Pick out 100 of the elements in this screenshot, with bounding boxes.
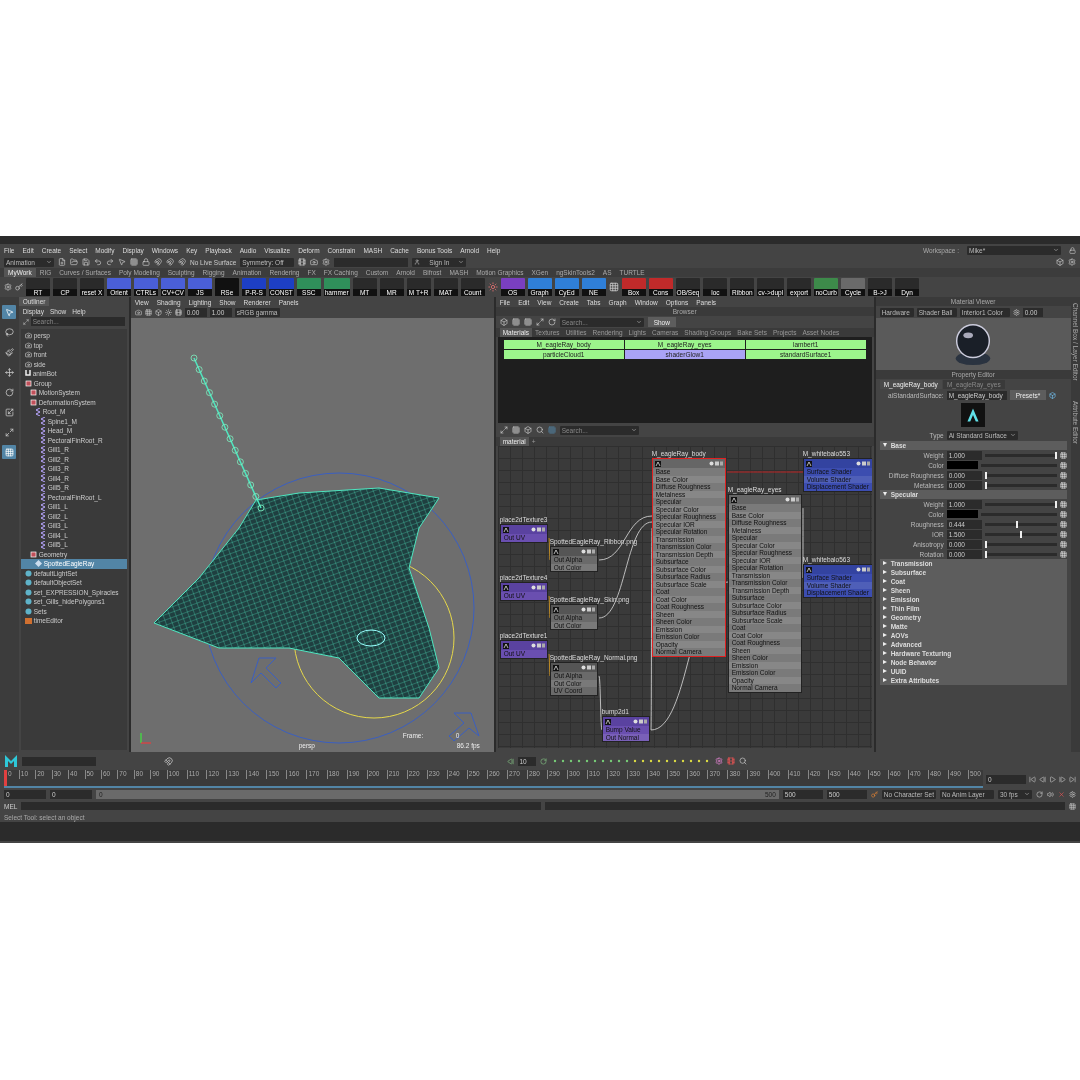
- step-back-icon[interactable]: [1039, 775, 1046, 783]
- axis-icon: [140, 732, 152, 744]
- node-buttons-icon[interactable]: [580, 607, 595, 612]
- slider-thumb[interactable]: [1054, 500, 1057, 508]
- checker-icon[interactable]: [1059, 550, 1067, 558]
- magnet-icon[interactable]: [164, 756, 173, 766]
- slider-thumb[interactable]: [984, 540, 987, 548]
- sphere-icon[interactable]: [499, 318, 508, 326]
- node-buttons-icon[interactable]: [855, 461, 870, 466]
- color-swatch[interactable]: [946, 461, 978, 469]
- caret-icon[interactable]: [635, 319, 642, 325]
- tool-icon[interactable]: [487, 282, 498, 292]
- cube-icon[interactable]: [154, 309, 162, 316]
- shader-node[interactable]: [727, 494, 802, 693]
- save-icon[interactable]: [82, 258, 90, 266]
- collapse-icon: [882, 443, 887, 448]
- checker-icon[interactable]: [1059, 481, 1067, 489]
- command-input[interactable]: [334, 257, 409, 267]
- key-icon[interactable]: [15, 283, 23, 291]
- cube-icon[interactable]: [1056, 258, 1064, 266]
- checker-icon[interactable]: [1059, 530, 1067, 538]
- user-icon[interactable]: [414, 259, 421, 265]
- node-buttons-icon[interactable]: [632, 719, 647, 724]
- caret-icon[interactable]: [1009, 432, 1016, 438]
- key-icon[interactable]: [870, 790, 878, 798]
- caret-icon[interactable]: [458, 259, 465, 265]
- settings-icon[interactable]: [322, 258, 331, 266]
- node-buttons-icon[interactable]: [530, 527, 545, 532]
- checker-icon[interactable]: [1059, 451, 1067, 459]
- node-type-icon: [502, 584, 509, 591]
- color-swatch[interactable]: [946, 510, 978, 518]
- caret-icon[interactable]: [1024, 791, 1030, 797]
- play-icon[interactable]: [1049, 775, 1056, 783]
- refresh-icon[interactable]: [547, 318, 556, 326]
- search-icon[interactable]: [738, 757, 747, 765]
- loop-icon[interactable]: [1036, 790, 1043, 798]
- slider-thumb[interactable]: [984, 471, 987, 479]
- select-icon[interactable]: [118, 258, 126, 266]
- frame-icon[interactable]: [499, 426, 508, 434]
- render-icon[interactable]: [298, 258, 307, 266]
- magnet-icon[interactable]: [166, 258, 174, 266]
- refresh-icon[interactable]: [539, 757, 547, 765]
- slider-thumb[interactable]: [1054, 451, 1057, 459]
- checker-icon[interactable]: [1059, 510, 1067, 518]
- node-icon[interactable]: [523, 426, 532, 434]
- settings-icon[interactable]: [1012, 308, 1020, 316]
- node-buttons-icon[interactable]: [855, 567, 870, 572]
- search-icon[interactable]: [535, 426, 544, 434]
- shader-node[interactable]: [651, 458, 726, 657]
- film-icon[interactable]: [174, 309, 182, 316]
- slider-thumb[interactable]: [984, 550, 987, 558]
- checker-icon[interactable]: [1059, 540, 1067, 548]
- checker-icon[interactable]: [1059, 520, 1067, 528]
- checker-icon[interactable]: [1059, 500, 1067, 508]
- folder-icon[interactable]: [70, 258, 78, 266]
- new-file-icon[interactable]: [58, 258, 66, 266]
- step-icon[interactable]: [506, 757, 514, 765]
- settings-icon[interactable]: [4, 283, 12, 291]
- lock-icon[interactable]: [142, 258, 150, 266]
- magnet-icon[interactable]: [178, 258, 186, 266]
- caret-icon[interactable]: [1053, 247, 1059, 253]
- frame-icon[interactable]: [535, 318, 544, 326]
- command-field[interactable]: [21, 802, 542, 810]
- caret-icon[interactable]: [630, 427, 637, 433]
- node-buttons-icon[interactable]: [580, 665, 595, 670]
- lock-icon[interactable]: [1069, 246, 1076, 254]
- magnet-icon[interactable]: [154, 258, 162, 266]
- node-buttons-icon[interactable]: [530, 643, 545, 648]
- tool-icon[interactable]: [726, 757, 735, 765]
- redo-icon[interactable]: [106, 258, 114, 266]
- expand-icon[interactable]: [22, 318, 29, 325]
- skip-forward-icon[interactable]: [1069, 775, 1076, 783]
- step-forward-icon[interactable]: [1059, 775, 1066, 783]
- camera-icon[interactable]: [134, 309, 142, 316]
- node-buttons-icon[interactable]: [580, 549, 595, 554]
- slider-thumb[interactable]: [984, 481, 987, 489]
- mesh-icon: [34, 560, 42, 568]
- node-graph-canvas[interactable]: [497, 446, 872, 748]
- node-buttons-icon[interactable]: [708, 461, 723, 466]
- camera-icon[interactable]: [310, 258, 319, 266]
- checker-icon[interactable]: [1059, 471, 1067, 479]
- eagle-ray-rig-drawing[interactable]: [153, 354, 480, 744]
- node-icon[interactable]: [1049, 391, 1057, 399]
- light-icon[interactable]: [164, 309, 172, 316]
- collapse-icon: [882, 492, 887, 497]
- script-editor-icon[interactable]: [1069, 802, 1076, 810]
- slider-thumb[interactable]: [1015, 520, 1018, 528]
- scroll-field[interactable]: [22, 756, 96, 766]
- tool-icon[interactable]: [714, 757, 723, 765]
- node-buttons-icon[interactable]: [530, 585, 545, 590]
- undo-icon[interactable]: [94, 258, 102, 266]
- checker-icon[interactable]: [1059, 461, 1067, 469]
- skip-back-icon[interactable]: [1029, 775, 1036, 783]
- node-buttons-icon[interactable]: [784, 497, 799, 502]
- settings-icon[interactable]: [1069, 790, 1076, 798]
- node-type-icon: [805, 460, 812, 467]
- caret-icon[interactable]: [46, 259, 52, 265]
- speaker-icon[interactable]: [1047, 790, 1054, 798]
- settings-icon[interactable]: [1068, 258, 1076, 266]
- slider-thumb[interactable]: [1019, 530, 1022, 538]
